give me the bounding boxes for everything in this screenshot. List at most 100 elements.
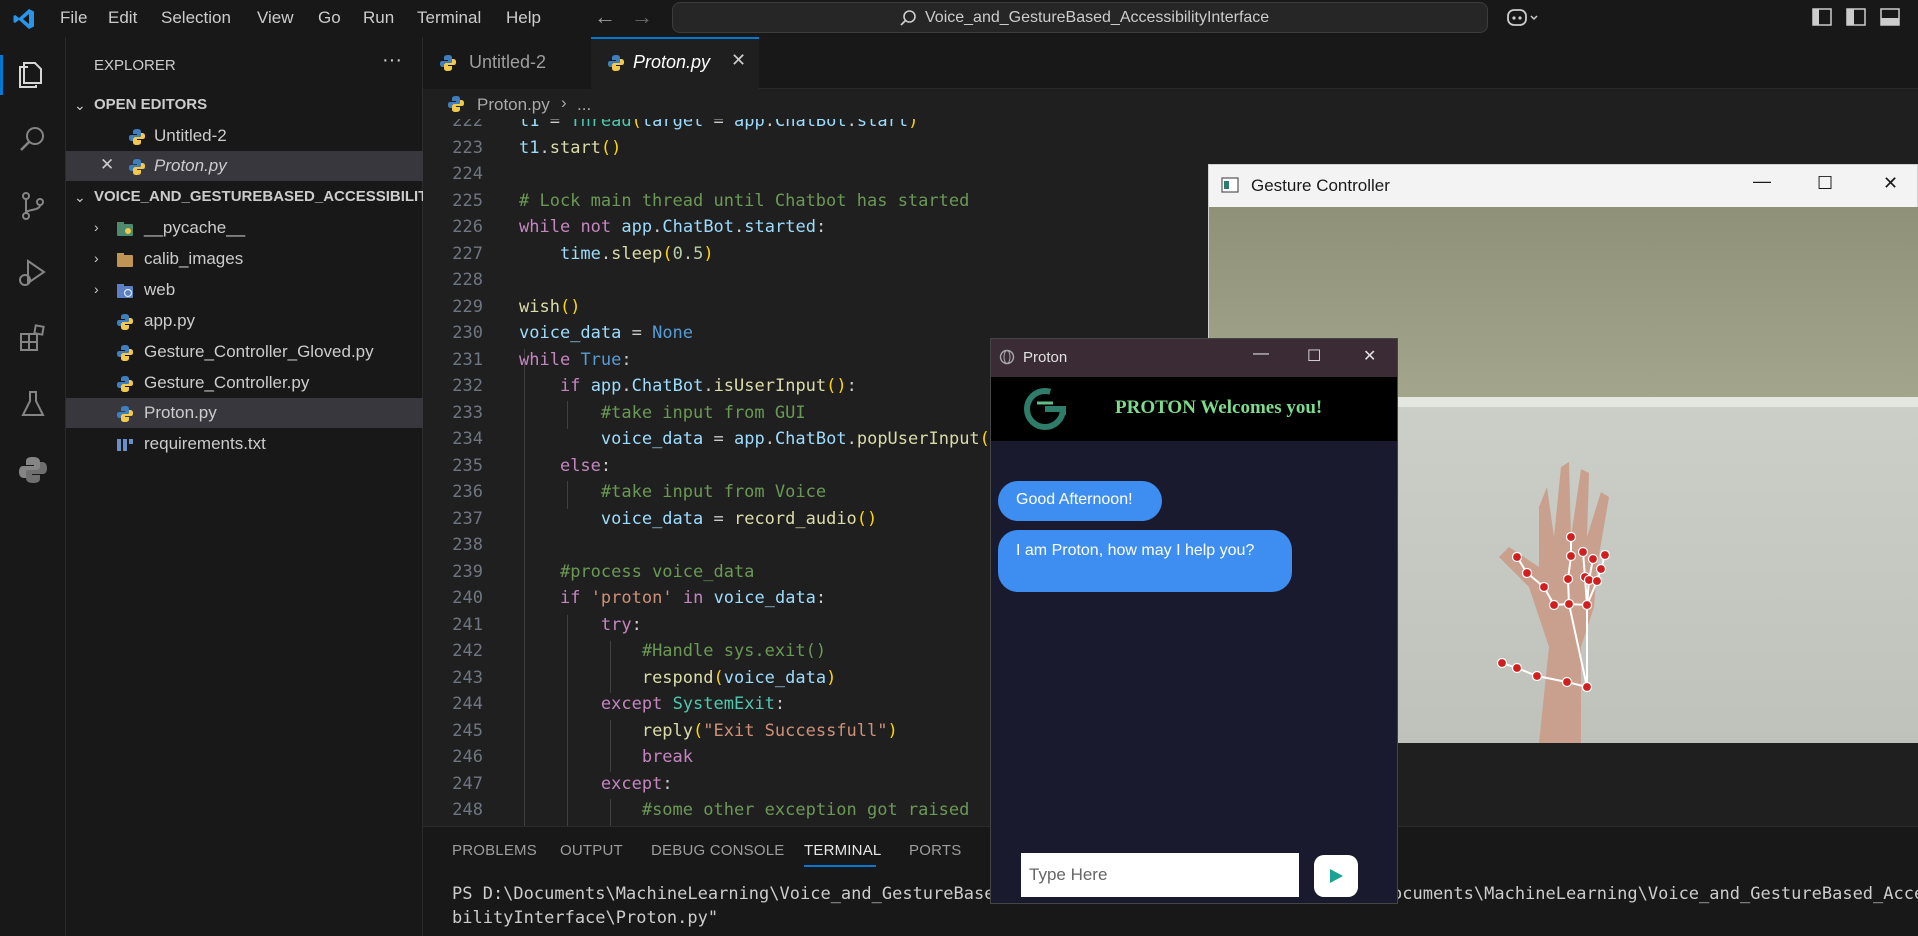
tab-untitled-2[interactable]: Untitled-2 — [423, 37, 592, 89]
python-file-icon — [129, 129, 145, 145]
line-number: 239 — [452, 562, 483, 582]
tree-item-label: requirements.txt — [144, 434, 266, 453]
folder-icon — [117, 253, 133, 267]
command-center-search[interactable]: Voice_and_GestureBased_AccessibilityInte… — [672, 2, 1488, 33]
code-line: time.sleep(0.5) — [559, 244, 714, 264]
tab-output[interactable]: OUTPUT — [560, 842, 623, 859]
menu-help[interactable]: Help — [506, 8, 541, 28]
breadcrumb-symbols[interactable]: ... — [577, 95, 591, 115]
menu-file[interactable]: File — [60, 8, 87, 28]
close-icon[interactable]: ✕ — [100, 155, 114, 175]
tree-item-gesture-controller[interactable]: Gesture_Controller.py — [66, 368, 423, 398]
app-globe-icon — [999, 349, 1015, 365]
text-file-icon — [117, 439, 133, 451]
line-number: 235 — [452, 456, 483, 476]
close-icon[interactable]: ✕ — [1363, 346, 1376, 366]
code-line: #Handle sys.exit() — [641, 641, 827, 661]
close-icon[interactable]: ✕ — [731, 50, 746, 71]
testing-flask-icon[interactable] — [16, 387, 50, 421]
open-editor-proton[interactable]: ✕ Proton.py — [66, 151, 423, 181]
code-line: except: — [600, 774, 673, 794]
code-line: reply("Exit Successfull") — [641, 721, 898, 741]
chat-message: I am Proton, how may I help you? — [998, 530, 1292, 592]
project-folder-label: VOICE_AND_GESTUREBASED_ACCESSIBILIT... — [94, 188, 439, 205]
tab-label: Proton.py — [633, 52, 711, 72]
tree-item-label: calib_images — [144, 249, 244, 268]
tab-debug-console[interactable]: DEBUG CONSOLE — [651, 842, 784, 859]
minimize-icon[interactable]: — — [1253, 345, 1269, 363]
tree-item-app-py[interactable]: app.py — [66, 306, 423, 336]
tab-problems[interactable]: PROBLEMS — [452, 842, 537, 859]
menu-edit[interactable]: Edit — [108, 8, 137, 28]
folder-web-icon — [117, 284, 133, 298]
menu-view[interactable]: View — [257, 8, 294, 28]
tree-item-calib-images[interactable]: › calib_images — [66, 244, 423, 274]
chevron-right-icon: › — [94, 281, 99, 297]
chat-header: PROTON Welcomes you! — [991, 377, 1397, 441]
window-titlebar[interactable]: Proton — ☐ ✕ — [991, 339, 1397, 377]
tree-item-web[interactable]: › web — [66, 275, 423, 305]
line-number: 240 — [452, 588, 483, 608]
menu-go[interactable]: Go — [318, 8, 341, 28]
tree-item-proton-py[interactable]: Proton.py — [66, 398, 423, 428]
python-file-icon — [448, 96, 464, 112]
explorer-files-icon[interactable] — [16, 57, 50, 91]
more-actions-icon[interactable]: ··· — [382, 49, 402, 72]
tab-ports[interactable]: PORTS — [909, 842, 961, 859]
chevron-right-icon: › — [94, 250, 99, 266]
tree-item-pycache[interactable]: › __pycache__ — [66, 213, 423, 243]
terminal-line: ocuments\MachineLearning\Voice_and_Gestu… — [1392, 884, 1918, 904]
line-number: 245 — [452, 721, 483, 741]
tree-item-gesture-controller-gloved[interactable]: Gesture_Controller_Gloved.py — [66, 337, 423, 367]
search-icon[interactable] — [16, 123, 50, 157]
breadcrumb-file[interactable]: Proton.py — [477, 95, 550, 115]
command-center-text: Voice_and_GestureBased_AccessibilityInte… — [925, 9, 1270, 26]
minimize-icon[interactable]: — — [1753, 171, 1771, 192]
back-arrow-icon[interactable]: ← — [594, 4, 616, 30]
python-file-icon — [608, 55, 624, 71]
python-icon[interactable] — [16, 453, 50, 487]
code-line: #take input from Voice — [600, 482, 827, 502]
copilot-icon[interactable] — [1506, 7, 1540, 29]
code-line: while not app.ChatBot.started: — [519, 217, 827, 237]
maximize-icon[interactable]: ☐ — [1817, 173, 1833, 194]
toggle-panel-icon[interactable] — [1880, 8, 1900, 26]
menu-terminal[interactable]: Terminal — [417, 8, 481, 28]
tab-label: Untitled-2 — [469, 52, 547, 72]
code-line: while True: — [519, 350, 632, 370]
line-number: 237 — [452, 509, 483, 529]
maximize-icon[interactable]: ☐ — [1307, 346, 1321, 366]
open-editor-untitled-2[interactable]: Untitled-2 — [66, 121, 423, 151]
close-icon[interactable]: ✕ — [1883, 173, 1898, 194]
tree-item-label: __pycache__ — [144, 218, 246, 237]
python-file-icon — [117, 345, 133, 361]
chat-input[interactable] — [1021, 853, 1299, 897]
editor-tab-bar: Untitled-2 Proton.py ✕ — [423, 37, 1918, 89]
extensions-icon[interactable] — [16, 321, 50, 355]
line-number: 230 — [452, 323, 483, 343]
python-file-icon — [440, 55, 456, 71]
run-debug-icon[interactable] — [16, 255, 50, 289]
project-folder-header[interactable]: ⌄ VOICE_AND_GESTUREBASED_ACCESSIBILIT... — [66, 183, 438, 213]
open-editors-header[interactable]: ⌄ OPEN EDITORS — [66, 91, 423, 121]
window-titlebar[interactable]: Gesture Controller — ☐ ✕ — [1209, 165, 1917, 207]
code-line: voice_data = record_audio() — [600, 509, 878, 529]
menu-selection[interactable]: Selection — [161, 8, 231, 28]
toggle-sidebar-icon[interactable] — [1846, 8, 1866, 26]
source-control-icon[interactable] — [16, 189, 50, 223]
menu-run[interactable]: Run — [363, 8, 394, 28]
line-number: 223 — [452, 138, 483, 158]
send-button[interactable] — [1314, 855, 1358, 897]
tree-item-label: app.py — [144, 311, 196, 330]
line-number: 242 — [452, 641, 483, 661]
tree-item-requirements[interactable]: requirements.txt — [66, 429, 423, 459]
layout-panel-icon[interactable] — [1812, 8, 1832, 26]
tab-terminal[interactable]: TERMINAL — [804, 842, 881, 859]
tab-proton-py[interactable]: Proton.py ✕ — [591, 37, 759, 89]
line-number: 222 — [452, 119, 483, 131]
forward-arrow-icon[interactable]: → — [631, 4, 653, 30]
open-editor-label: Proton.py — [154, 156, 227, 175]
python-file-icon — [129, 159, 145, 175]
chevron-down-icon: ⌄ — [74, 97, 86, 113]
proton-chat-window[interactable]: Proton — ☐ ✕ PROTON Welcomes you! Good A… — [990, 338, 1398, 904]
